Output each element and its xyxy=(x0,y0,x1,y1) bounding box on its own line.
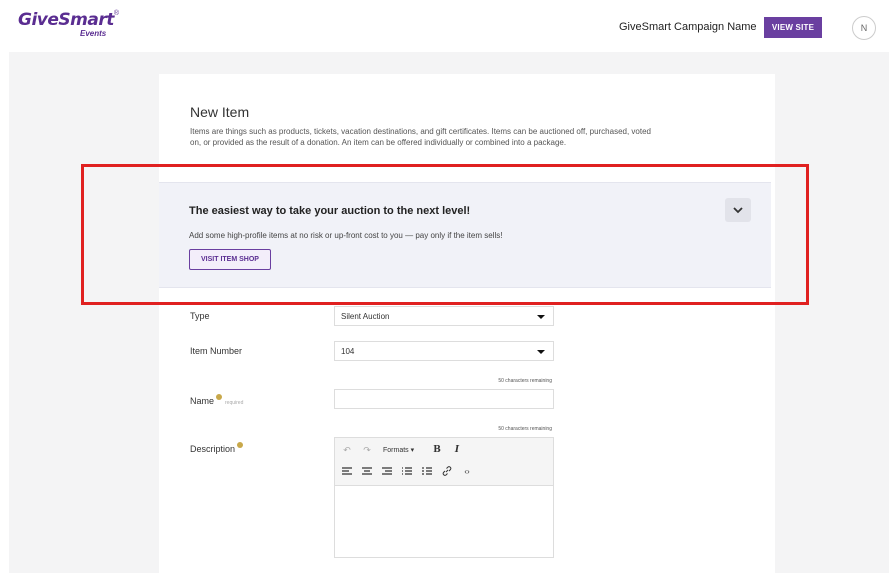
numbered-list-icon[interactable] xyxy=(421,465,433,477)
caret-down-icon xyxy=(537,315,545,319)
description-remaining: 50 characters remaining xyxy=(498,426,552,432)
align-left-icon[interactable] xyxy=(341,465,353,477)
info-icon[interactable] xyxy=(216,394,223,400)
formats-label: Formats xyxy=(383,446,409,454)
required-hint: required xyxy=(225,400,244,406)
logo-main-text: GiveSmart xyxy=(18,10,114,30)
info-icon[interactable] xyxy=(237,442,244,448)
editor-toolbar: ↶ ↷ Formats ▾ B I ‹› xyxy=(335,438,553,486)
undo-icon[interactable]: ↶ xyxy=(341,444,353,456)
type-label: Type xyxy=(190,311,210,321)
name-remaining: 50 characters remaining xyxy=(498,378,552,384)
bullet-list-icon[interactable] xyxy=(401,465,413,477)
align-center-icon[interactable] xyxy=(361,465,373,477)
logo-trademark: ® xyxy=(113,10,120,17)
type-select-value: Silent Auction xyxy=(341,311,390,321)
item-number-value: 104 xyxy=(341,346,355,356)
givesmart-logo[interactable]: GiveSmart® Events xyxy=(18,10,120,38)
description-editor[interactable]: ↶ ↷ Formats ▾ B I ‹› xyxy=(334,437,554,558)
avatar[interactable]: N xyxy=(852,16,876,40)
name-label: Name xyxy=(190,396,215,406)
name-label-row: Name required xyxy=(190,394,243,406)
visit-item-shop-button[interactable]: VISIT ITEM SHOP xyxy=(189,249,271,270)
type-select[interactable]: Silent Auction xyxy=(334,306,554,326)
chevron-down-icon xyxy=(733,201,743,219)
redo-icon[interactable]: ↷ xyxy=(361,444,373,456)
description-label-row: Description xyxy=(190,442,244,454)
caret-down-icon xyxy=(537,350,545,354)
view-site-button[interactable]: VIEW SITE xyxy=(764,17,822,38)
page-intro: Items are things such as products, ticke… xyxy=(190,127,651,147)
page-title: New Item xyxy=(190,104,250,120)
formats-dropdown[interactable]: Formats ▾ xyxy=(383,444,414,456)
logo-sub-text: Events xyxy=(80,29,107,38)
code-icon[interactable]: ‹› xyxy=(461,465,473,477)
promo-title: The easiest way to take your auction to … xyxy=(189,205,471,217)
name-input[interactable] xyxy=(334,389,554,409)
top-bar: GiveSmart® Events GiveSmart Campaign Nam… xyxy=(0,0,889,52)
align-right-icon[interactable] xyxy=(381,465,393,477)
item-number-label: Item Number xyxy=(190,346,243,356)
italic-button[interactable]: I xyxy=(451,444,463,456)
promo-text: Add some high-profile items at no risk o… xyxy=(189,231,503,240)
campaign-name: GiveSmart Campaign Name xyxy=(619,21,757,33)
promo-collapse-button[interactable] xyxy=(725,198,751,222)
bold-button[interactable]: B xyxy=(431,444,443,456)
item-number-select[interactable]: 104 xyxy=(334,341,554,361)
description-label: Description xyxy=(190,444,236,454)
link-icon[interactable] xyxy=(441,465,453,477)
